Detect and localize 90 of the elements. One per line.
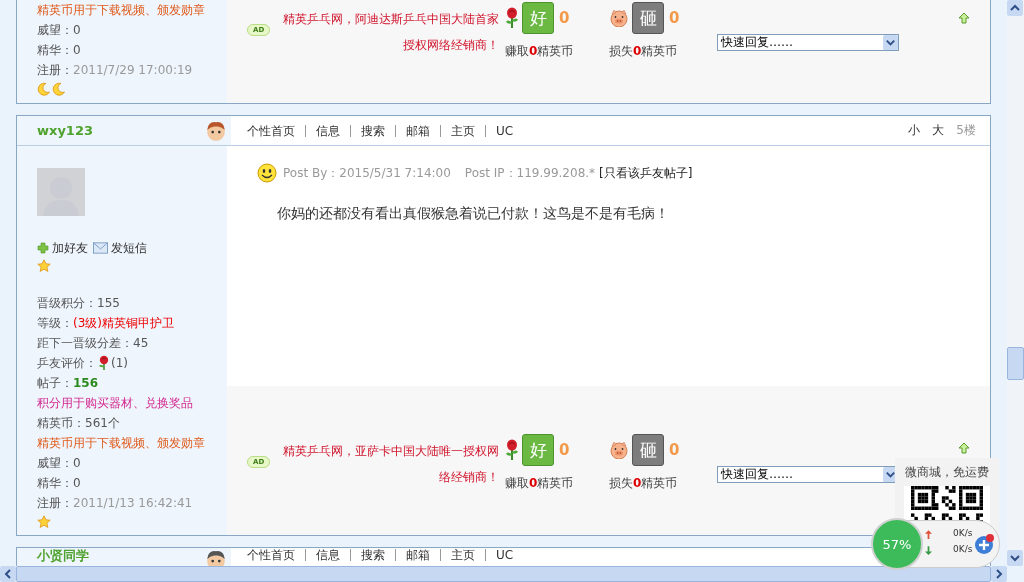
ad-link[interactable]: 精英乒乓网，亚萨卡中国大陆唯一授权网络经销商！ [283,438,499,490]
reward-caption: 损失0精英币 [609,43,679,60]
star-icon [37,515,51,529]
down-speed-icon [925,546,932,555]
scroll-thumb[interactable] [1007,347,1024,380]
rose-icon [97,355,111,371]
nav-link[interactable]: 主页 [440,549,485,561]
stat-label: 等级： [37,314,73,332]
info-note: 精英币用于下载视频、颁发勋章 [37,1,205,19]
profile-action-link[interactable]: 发短信 [111,239,147,257]
stat-label: 精英币： [37,414,85,432]
nav-link[interactable]: 邮箱 [395,124,440,137]
stat-label: 注册： [37,494,73,512]
rose-icon [505,7,519,29]
stat-label: 威望： [37,454,73,472]
nav-link[interactable]: 信息 [305,124,350,137]
font-size-link[interactable]: 小 [908,122,921,139]
vertical-scrollbar[interactable] [1007,0,1024,566]
stat-label: 精华： [37,474,73,492]
up-speed-icon [925,530,932,539]
stat-label: 精华： [37,41,73,59]
stat-value: (3级)精英铜甲护卫 [73,314,174,332]
reward-caption: 赚取0精英币 [505,475,575,492]
plus-icon [37,242,49,254]
nav-link[interactable]: 搜索 [350,549,395,561]
scroll-right-icon[interactable] [991,566,1007,582]
nav-link[interactable]: 个性首页 [247,549,305,561]
stat-label: 威望： [37,21,73,39]
person-icon [205,119,227,142]
stat-label: 晋级积分： [37,294,97,312]
reward-count: 0 [559,9,570,27]
nav-link[interactable]: 搜索 [350,124,395,137]
rose-icon [505,439,519,461]
moon-icon [52,82,66,96]
floor-number: 5楼 [956,122,976,139]
nav-link[interactable]: 信息 [305,549,350,561]
up-arrow-icon[interactable] [958,442,970,454]
stat-value: 0 [73,476,81,490]
quick-reply-dropdown[interactable]: 快速回复…… [717,34,899,51]
font-size-link[interactable]: 大 [932,122,945,139]
avatar-placeholder [37,168,85,216]
nav-link[interactable]: UC [485,549,524,561]
nav-link[interactable]: 主页 [440,124,485,137]
qr-caption: 微商城，免运费 [905,464,989,481]
scroll-down-icon[interactable] [1007,550,1023,566]
ad-link[interactable]: 精英乒乓网，阿迪达斯乒乓中国大陆首家授权网络经销商！ [283,6,499,58]
moon-icon [37,82,51,96]
stat-value: 0 [73,43,81,57]
upload-speed: 0K/s [953,528,973,538]
stat-value: 45 [133,336,149,350]
dislike-badge[interactable]: 砸 [632,2,664,34]
smiley-icon [257,163,277,183]
stat-label: 乒友评价： [37,354,97,372]
up-arrow-icon[interactable] [958,12,970,24]
plus-icon[interactable] [973,533,995,555]
scroll-up-icon[interactable] [1007,0,1023,16]
stat-value: 561个 [85,414,120,432]
profile-action-link[interactable]: 加好友 [52,239,88,257]
nav-link[interactable]: 个性首页 [247,124,305,137]
reward-count: 0 [669,9,680,27]
info-note: 精英币用于下载视频、颁发勋章 [37,434,205,452]
reward-caption: 损失0精英币 [609,475,679,492]
scroll-left-icon[interactable] [0,566,16,582]
post-time: Post By：2015/5/31 7:14:00 [283,164,451,182]
info-note: 积分用于购买器材、兑换奖品 [37,394,193,412]
pig-icon [609,9,629,27]
stat-label: 距下一晋级分差： [37,334,133,352]
star-icon [37,259,51,273]
stat-value: (1) [111,356,128,370]
stat-label: 帖子： [37,374,73,392]
stat-value: 155 [97,296,120,310]
reward-caption: 赚取0精英币 [505,43,575,60]
caret-icon [883,35,898,50]
envelope-icon [93,242,108,254]
post-ip: Post IP：119.99.208.* [464,164,596,182]
stat-value: 0 [73,23,81,37]
only-this-user-link[interactable]: [只看该乒友帖子] [599,164,693,182]
dislike-badge[interactable]: 砸 [632,434,664,466]
stat-value: 2011/1/13 16:42:41 [73,496,193,510]
stat-value: 0 [73,456,81,470]
stat-label: 注册： [37,61,73,79]
download-speed: 0K/s [953,544,973,554]
reward-count: 0 [559,441,570,459]
stat-value: 156 [73,376,99,390]
post-content: 你妈的还都没有看出真假猴急着说已付款！这鸟是不是有毛病！ [277,205,670,223]
pig-icon [609,441,629,459]
nav-link[interactable]: 邮箱 [395,549,440,561]
reward-count: 0 [669,441,680,459]
nav-link[interactable]: UC [485,124,524,137]
stat-value: 2011/7/29 17:00:19 [73,63,193,77]
